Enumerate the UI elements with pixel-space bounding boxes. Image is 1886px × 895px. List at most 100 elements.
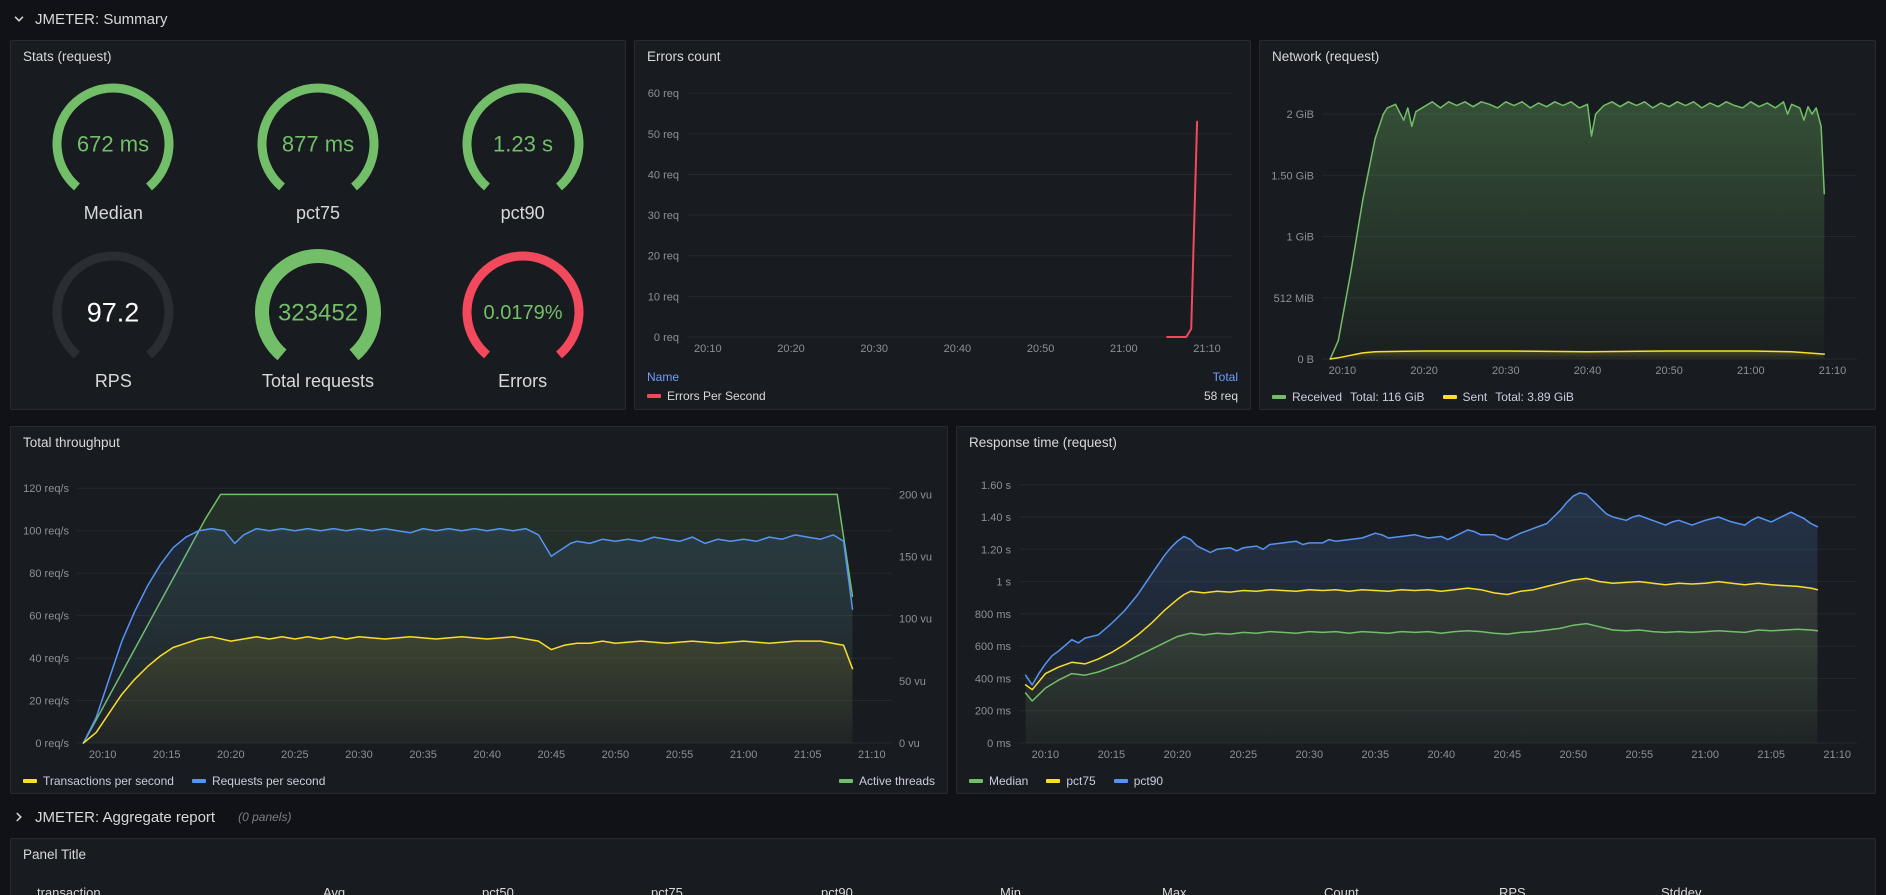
svg-text:1 s: 1 s xyxy=(996,577,1011,589)
gauge-median: 672 ms Median xyxy=(11,67,216,235)
column-header-pct90[interactable]: pct90 xyxy=(821,885,853,895)
svg-text:21:10: 21:10 xyxy=(1193,343,1221,355)
gauge-median-arc: 672 ms xyxy=(38,78,188,211)
series-marker-green xyxy=(838,779,853,783)
svg-text:100 req/s: 100 req/s xyxy=(23,526,69,538)
svg-text:672 ms: 672 ms xyxy=(77,132,149,157)
svg-text:0 ms: 0 ms xyxy=(987,738,1011,750)
svg-text:20:30: 20:30 xyxy=(1492,365,1520,377)
series-marker-yellow xyxy=(1442,395,1457,399)
svg-text:21:10: 21:10 xyxy=(1819,365,1847,377)
column-header-max[interactable]: Max xyxy=(1162,885,1187,895)
svg-text:20:20: 20:20 xyxy=(217,749,245,761)
svg-text:323452: 323452 xyxy=(278,299,358,326)
throughput-chart[interactable]: 0 req/s 20 req/s 40 req/s 60 req/s 80 req/s 1… xyxy=(15,457,943,763)
svg-text:400 ms: 400 ms xyxy=(975,673,1012,685)
panel-aggregate-table: Panel Title transaction Avg pct50 pct75 … xyxy=(10,838,1876,895)
gauge-errors-label: Errors xyxy=(498,371,548,391)
row-header-summary[interactable]: JMETER: Summary xyxy=(12,6,168,32)
legend-item-transactions-per-second[interactable]: Transactions per second xyxy=(23,774,174,788)
svg-text:150 vu: 150 vu xyxy=(899,552,932,564)
gauge-errors: 0.0179% Errors xyxy=(420,235,625,403)
svg-text:600 ms: 600 ms xyxy=(975,641,1012,653)
errors-count-chart[interactable]: 0 req 10 req 20 req 30 req 40 req 50 req 60 re… xyxy=(639,71,1246,357)
series-marker-blue xyxy=(191,779,206,783)
svg-text:0 vu: 0 vu xyxy=(899,738,920,750)
svg-text:40 req/s: 40 req/s xyxy=(29,653,69,665)
gauge-rps-arc: 97.2 xyxy=(38,246,188,379)
svg-text:20:50: 20:50 xyxy=(1027,343,1055,355)
table-header-row: transaction Avg pct50 pct75 pct90 Min Ma… xyxy=(11,885,1875,895)
legend-item-pct90[interactable]: pct90 xyxy=(1113,774,1163,788)
gauge-rps-label: RPS xyxy=(94,371,132,391)
svg-text:120 req/s: 120 req/s xyxy=(23,483,69,495)
gauge-rps: 97.2 RPS xyxy=(11,235,216,403)
gauge-pct90: 1.23 s pct90 xyxy=(420,67,625,235)
panel-response-time: Response time (request) 0 ms 200 ms 400 ms… xyxy=(956,426,1876,794)
legend-item-errors-per-second[interactable]: Errors Per Second xyxy=(647,389,766,403)
series-marker-red xyxy=(647,394,661,398)
svg-text:20:30: 20:30 xyxy=(1296,749,1324,761)
svg-text:21:10: 21:10 xyxy=(1823,749,1851,761)
column-header-count[interactable]: Count xyxy=(1324,885,1359,895)
svg-text:20:10: 20:10 xyxy=(694,343,722,355)
panel-title-network[interactable]: Network (request) xyxy=(1260,41,1875,71)
column-header-avg[interactable]: Avg xyxy=(323,885,345,895)
row-header-aggregate[interactable]: JMETER: Aggregate report (0 panels) xyxy=(12,804,291,830)
svg-text:21:00: 21:00 xyxy=(1110,343,1138,355)
svg-text:80 req/s: 80 req/s xyxy=(29,568,69,580)
svg-text:20:55: 20:55 xyxy=(666,749,694,761)
panel-title-response[interactable]: Response time (request) xyxy=(957,427,1875,457)
legend-header-name[interactable]: Name xyxy=(647,370,679,384)
svg-text:20:20: 20:20 xyxy=(777,343,805,355)
column-header-stddev[interactable]: Stddev xyxy=(1661,885,1701,895)
svg-text:20:20: 20:20 xyxy=(1164,749,1192,761)
svg-text:20:50: 20:50 xyxy=(602,749,630,761)
panel-total-throughput: Total throughput 0 req/s 20 req/s 40 req/s… xyxy=(10,426,948,794)
legend-item-pct75[interactable]: pct75 xyxy=(1046,774,1096,788)
svg-text:0 B: 0 B xyxy=(1297,354,1314,366)
svg-text:1.20 s: 1.20 s xyxy=(981,544,1011,556)
column-header-pct75[interactable]: pct75 xyxy=(651,885,683,895)
legend-item-received[interactable]: Received Total: 116 GiB xyxy=(1272,390,1425,404)
series-marker-green xyxy=(1272,395,1286,399)
gauge-pct75: 877 ms pct75 xyxy=(216,67,421,235)
legend-item-sent[interactable]: Sent Total: 3.89 GiB xyxy=(1442,390,1574,404)
column-header-min[interactable]: Min xyxy=(1000,885,1021,895)
svg-text:20:30: 20:30 xyxy=(345,749,373,761)
svg-text:10 req: 10 req xyxy=(648,291,679,303)
svg-text:50 req: 50 req xyxy=(648,129,679,141)
legend-item-active-threads[interactable]: Active threads xyxy=(838,774,935,788)
legend-header-total[interactable]: Total xyxy=(1213,370,1238,384)
gauge-errors-arc: 0.0179% xyxy=(448,246,598,379)
svg-text:20:40: 20:40 xyxy=(473,749,501,761)
panel-title-errors[interactable]: Errors count xyxy=(635,41,1250,71)
column-header-transaction[interactable]: transaction xyxy=(37,885,101,895)
svg-text:21:10: 21:10 xyxy=(858,749,886,761)
svg-text:0 req: 0 req xyxy=(654,332,679,344)
svg-text:20:50: 20:50 xyxy=(1655,365,1683,377)
panel-title-table[interactable]: Panel Title xyxy=(11,839,1875,869)
network-legend: Received Total: 116 GiB Sent Total: 3.89… xyxy=(1272,390,1863,404)
column-header-pct50[interactable]: pct50 xyxy=(482,885,514,895)
svg-text:1.50 GiB: 1.50 GiB xyxy=(1271,170,1314,182)
errors-legend: Name Total Errors Per Second 58 req xyxy=(647,370,1238,403)
svg-text:20:30: 20:30 xyxy=(860,343,888,355)
svg-text:20:10: 20:10 xyxy=(1032,749,1060,761)
legend-item-median[interactable]: Median xyxy=(969,774,1028,788)
panel-title-throughput[interactable]: Total throughput xyxy=(11,427,947,457)
svg-text:20:45: 20:45 xyxy=(1494,749,1522,761)
legend-item-requests-per-second[interactable]: Requests per second xyxy=(191,774,325,788)
gauge-median-label: Median xyxy=(83,203,143,223)
gauge-total-requests-label: Total requests xyxy=(261,371,375,391)
panel-stats: Stats (request) 672 ms Median 877 ms pct… xyxy=(10,40,626,410)
column-header-rps[interactable]: RPS xyxy=(1499,885,1526,895)
svg-text:21:00: 21:00 xyxy=(1691,749,1719,761)
svg-text:800 ms: 800 ms xyxy=(975,609,1012,621)
network-chart[interactable]: 0 B 512 MiB 1 GiB 1.50 GiB 2 GiB 20:10 20:20 20… xyxy=(1264,71,1871,379)
svg-text:20:20: 20:20 xyxy=(1410,365,1438,377)
svg-text:30 req: 30 req xyxy=(648,210,679,222)
svg-text:20:15: 20:15 xyxy=(153,749,181,761)
response-time-chart[interactable]: 0 ms 200 ms 400 ms 600 ms 800 ms 1 s 1.20 s 1.4… xyxy=(961,457,1871,763)
svg-text:20:10: 20:10 xyxy=(89,749,117,761)
